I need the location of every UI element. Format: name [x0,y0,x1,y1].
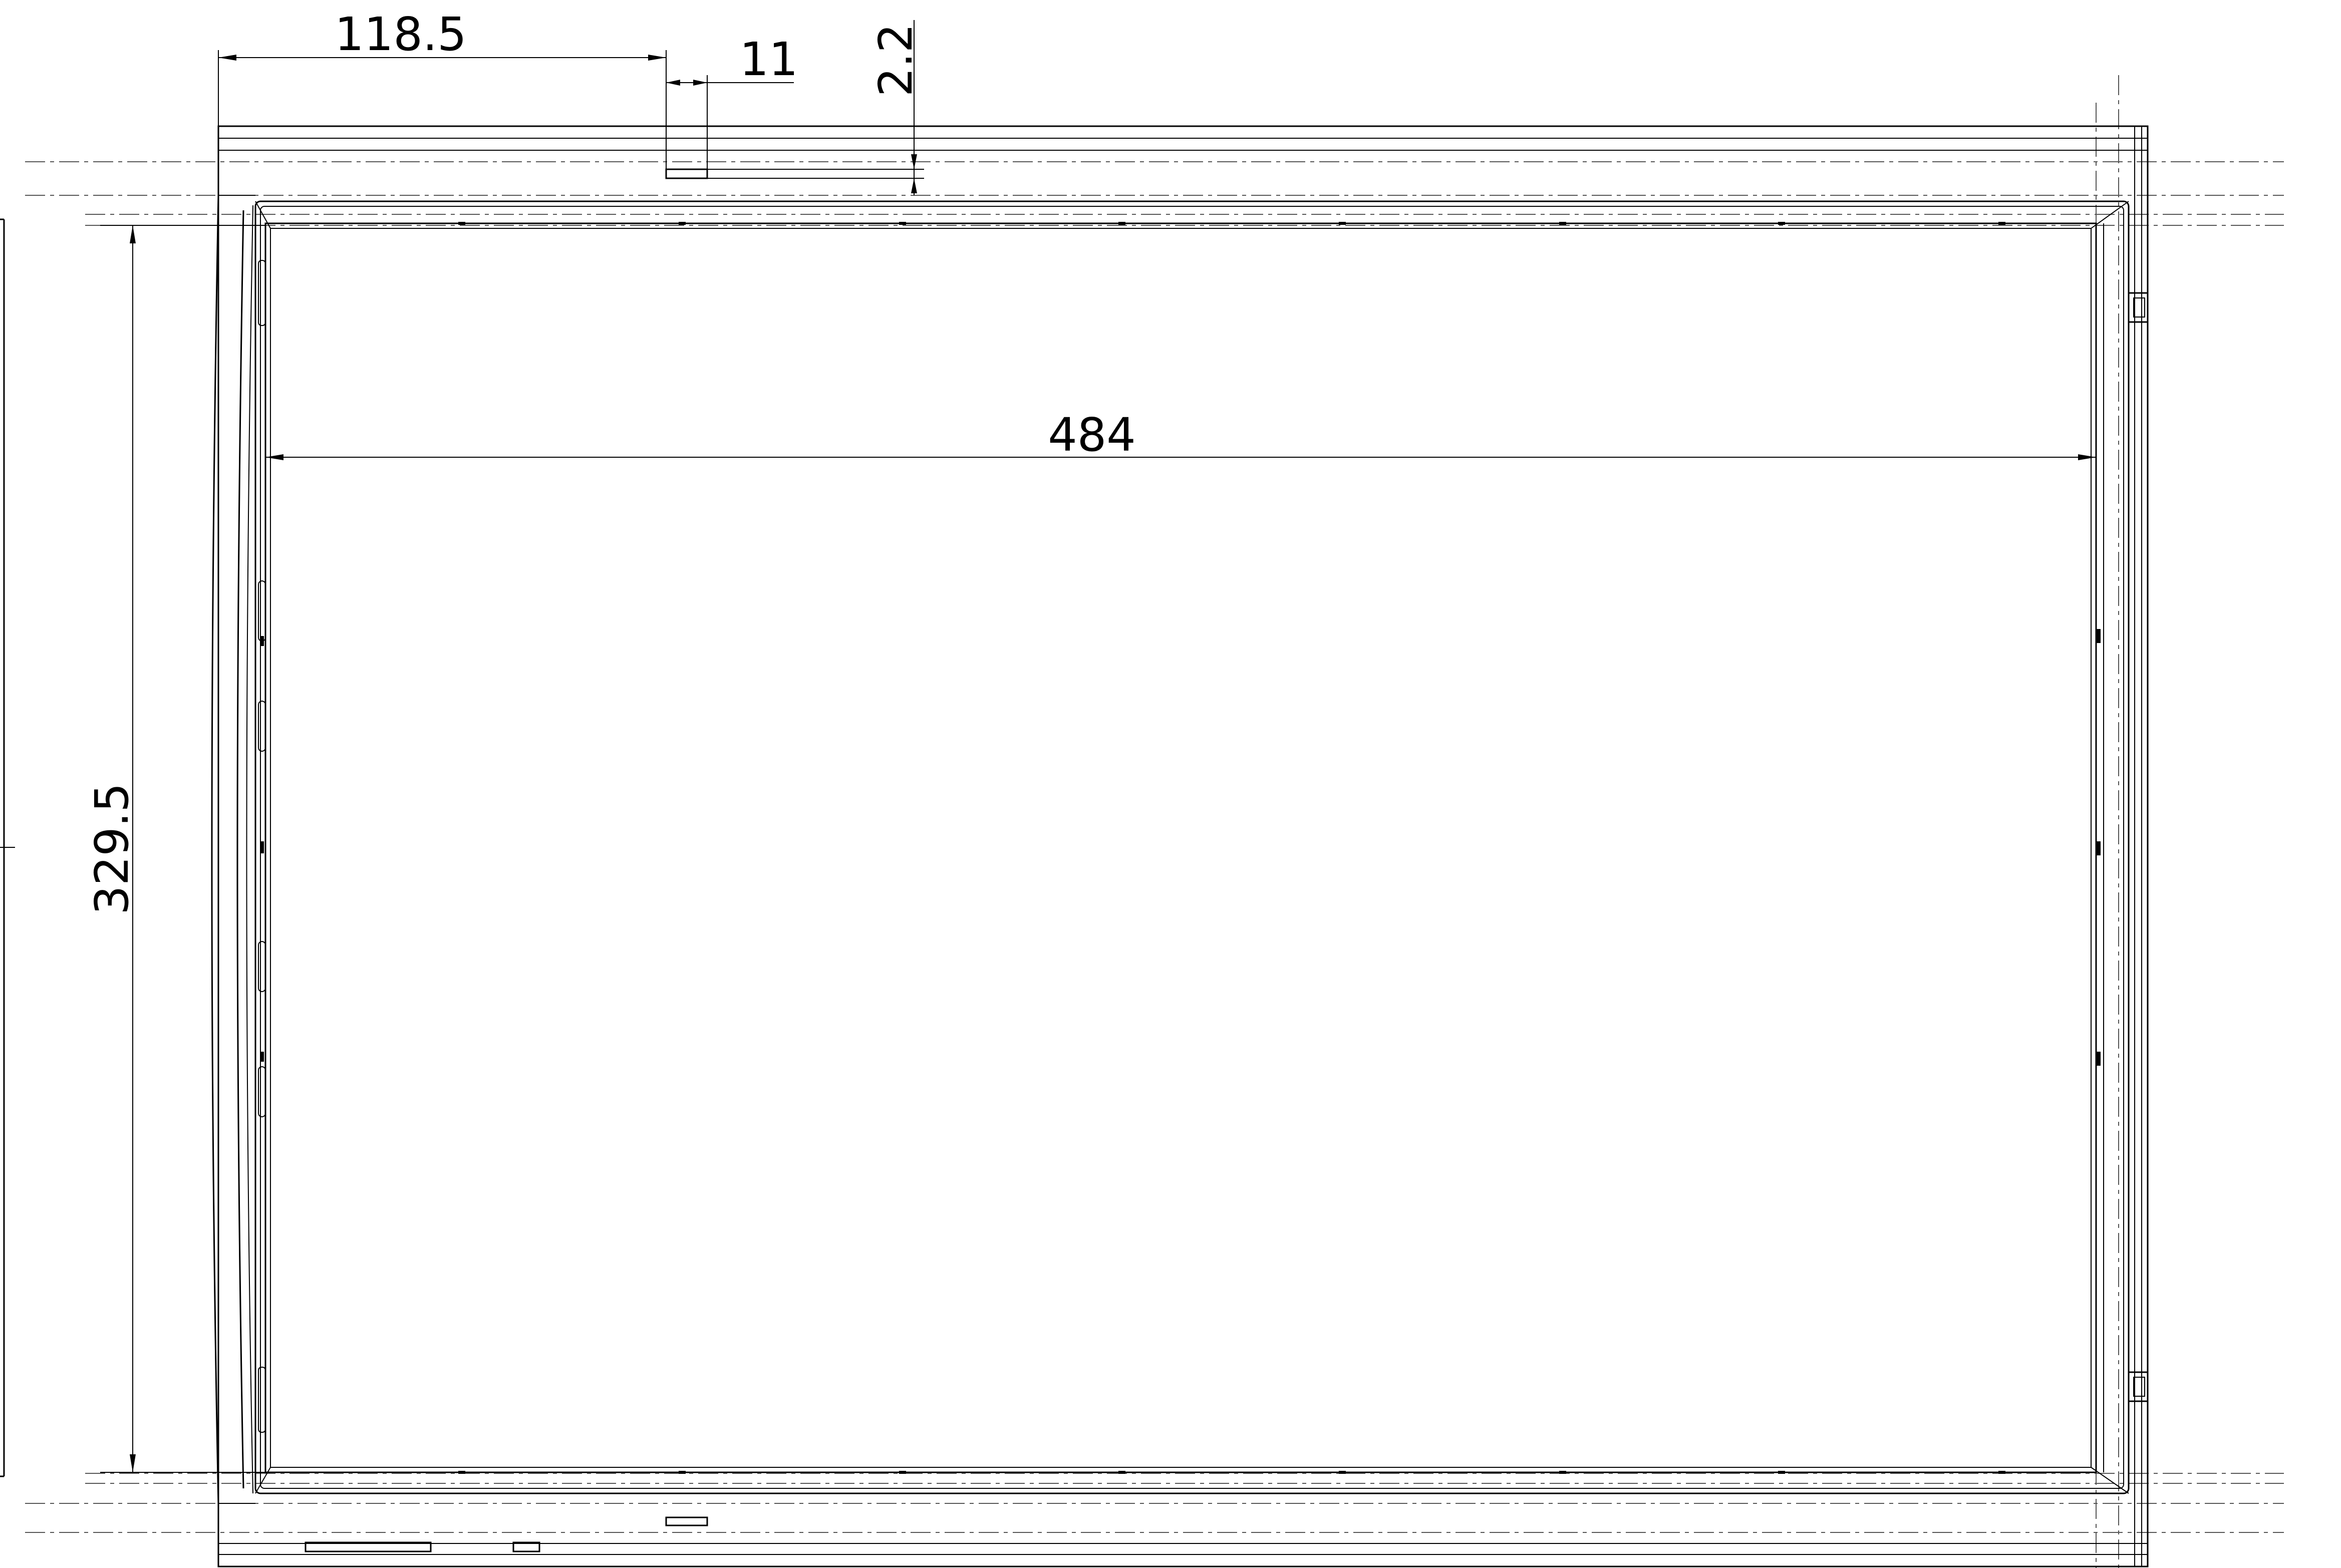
dimension-label-offset-left: 118.5 [335,8,466,61]
technical-drawing: 118.5 11 2.2 484 329.5 [0,8,2284,1568]
left-side-panel [0,218,15,1477]
tabs-and-slots [305,168,708,1552]
dimension-329-5: 329.5 [85,225,265,1473]
outer-frame [217,125,2149,1567]
frame-ticks [458,222,2005,1474]
dimension-label-inner-width: 484 [1048,408,1136,462]
right-mounting-features [2097,292,2149,1402]
dimension-label-tab-width: 11 [739,33,798,86]
inner-frame [254,200,2130,1494]
left-mounting-slots [258,260,266,1433]
dimension-label-tab-depth: 2.2 [869,24,923,97]
center-lines [25,75,2284,1568]
dimension-118-5: 118.5 [218,8,667,169]
dimension-label-inner-height: 329.5 [85,783,139,914]
dimension-11: 11 [666,33,798,169]
dimension-484: 484 [265,408,2096,462]
